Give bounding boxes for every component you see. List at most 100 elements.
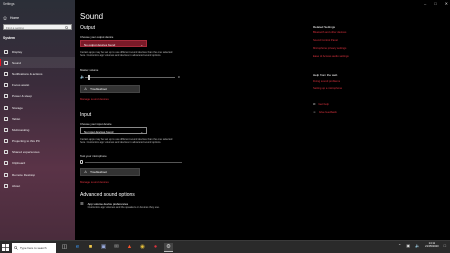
- settings-app-icon[interactable]: ⚙: [164, 243, 173, 252]
- give-feedback-link[interactable]: ☺ Give feedback: [313, 110, 337, 114]
- brave-icon[interactable]: ▲: [125, 243, 134, 252]
- moon-icon: [4, 83, 8, 88]
- sidebar-item-remote-desktop[interactable]: Remote Desktop: [0, 169, 75, 180]
- speaker-icon: [4, 60, 8, 65]
- sidebar-item-storage[interactable]: Storage: [0, 102, 75, 113]
- related-settings-heading: Related Settings: [313, 25, 336, 29]
- file-explorer-icon[interactable]: ■: [86, 243, 95, 252]
- input-description: Certain apps may be set up to use differ…: [80, 138, 173, 145]
- input-troubleshoot-button[interactable]: ⚠ Troubleshoot: [80, 168, 140, 176]
- sidebar-item-label: Remote Desktop: [12, 172, 36, 177]
- sidebar-item-label: Shared experiences: [12, 150, 40, 155]
- setup-microphone-link[interactable]: Setting up a microphone: [313, 87, 342, 90]
- give-feedback-label: Give feedback: [318, 110, 337, 114]
- fix-sound-link[interactable]: Fixing sound problems: [313, 80, 340, 83]
- tablet-icon: [4, 116, 8, 121]
- ease-of-access-audio-link[interactable]: Ease of Access audio settings: [313, 55, 349, 58]
- windows-start-icon[interactable]: [2, 244, 9, 251]
- page-title: Sound: [80, 12, 104, 21]
- advanced-heading: Advanced sound options: [80, 192, 135, 198]
- output-device-dropdown[interactable]: No output devices found ⌄: [80, 40, 147, 47]
- input-heading: Input: [80, 112, 92, 118]
- sidebar-item-sound[interactable]: Sound: [0, 57, 75, 69]
- sidebar-item-tablet[interactable]: Tablet: [0, 113, 75, 124]
- sound-control-panel-link[interactable]: Sound Control Panel: [313, 39, 338, 42]
- sidebar-item-power-sleep[interactable]: Power & sleep: [0, 91, 75, 102]
- notification-center-icon[interactable]: □: [444, 243, 446, 248]
- sidebar-item-notifications[interactable]: Notifications & actions: [0, 68, 75, 79]
- app-title: Settings: [3, 2, 15, 6]
- volume-slider-thumb[interactable]: [88, 75, 90, 80]
- sidebar-item-label: Clipboard: [12, 161, 26, 166]
- shared-icon: [4, 150, 8, 155]
- feedback-icon: ☺: [313, 110, 316, 114]
- sidebar-item-label: Projecting to this PC: [12, 139, 41, 144]
- sidebar-nav: Display Sound Notifications & actions Fo…: [0, 46, 75, 191]
- output-description: Certain apps may be set up to use differ…: [80, 51, 173, 58]
- clock[interactable]: 14:11 21/05/2020: [425, 242, 438, 249]
- minimize-icon[interactable]: –: [424, 1, 426, 6]
- sidebar-item-focus-assist[interactable]: Focus assist: [0, 80, 75, 91]
- settings-search-input[interactable]: Find a setting: [3, 24, 72, 30]
- bluetooth-link[interactable]: Bluetooth and other devices: [313, 31, 346, 34]
- sidebar-item-about[interactable]: About: [0, 180, 75, 191]
- settings-window: Settings Home Find a setting System Disp…: [0, 0, 450, 240]
- store-icon[interactable]: ▣: [99, 243, 108, 252]
- search-icon: [65, 25, 69, 30]
- window-controls: – □ ✕: [424, 1, 448, 6]
- sidebar-item-label: Notifications & actions: [12, 71, 43, 76]
- mail-icon[interactable]: ✉: [112, 243, 121, 252]
- input-manage-devices-link[interactable]: Manage sound devices: [80, 180, 109, 184]
- system-tray: ⌃ ▣ 🔈 14:11 21/05/2020 □: [398, 242, 446, 249]
- app-volume-desc: Customize app volumes and the speakers o…: [87, 206, 160, 209]
- master-volume-slider[interactable]: [85, 77, 175, 78]
- output-manage-devices-link[interactable]: Manage sound devices: [80, 97, 109, 101]
- power-icon: [4, 94, 8, 99]
- output-troubleshoot-button[interactable]: ⚠ Troubleshoot: [80, 85, 140, 93]
- maximize-icon[interactable]: □: [434, 1, 436, 6]
- clipboard-icon: [4, 161, 8, 166]
- multitasking-icon: [4, 127, 8, 132]
- master-volume-label: Master volume: [80, 68, 99, 72]
- test-microphone-label: Test your microphone: [80, 154, 107, 158]
- sidebar-item-projecting[interactable]: Projecting to this PC: [0, 136, 75, 147]
- taskbar: Type here to search ◫ e ■ ▣ ✉ ▲ ◉ ● ⚙ ⌃ …: [0, 240, 450, 253]
- sidebar-item-clipboard[interactable]: Clipboard: [0, 158, 75, 169]
- close-icon[interactable]: ✕: [445, 1, 448, 6]
- display-icon: [4, 49, 8, 54]
- chrome-icon[interactable]: ◉: [138, 243, 147, 252]
- chevron-up-icon[interactable]: ⌃: [398, 243, 401, 248]
- output-device-label: Choose your output device: [80, 35, 114, 39]
- sidebar-item-label: Tablet: [12, 116, 21, 121]
- input-device-dropdown[interactable]: No input devices found ⌄: [80, 127, 147, 134]
- sidebar-item-label: Storage: [12, 105, 23, 110]
- red-app-icon[interactable]: ●: [151, 243, 160, 252]
- sidebar-item-shared-experiences[interactable]: Shared experiences: [0, 147, 75, 158]
- projecting-icon: [4, 139, 8, 144]
- sidebar-item-multitasking[interactable]: Multi-tasking: [0, 124, 75, 135]
- microphone-icon: [80, 160, 83, 164]
- taskbar-search-input[interactable]: Type here to search: [12, 242, 56, 253]
- sidebar-item-label: Multi-tasking: [12, 127, 30, 132]
- sidebar-item-label: Power & sleep: [12, 94, 32, 99]
- chevron-down-icon: ⌄: [140, 129, 143, 134]
- sidebar-home[interactable]: Home: [3, 15, 19, 20]
- microphone-privacy-link[interactable]: Microphone privacy settings: [313, 47, 346, 50]
- app-volume-preferences[interactable]: ☰ App volume device preferences Customiz…: [80, 201, 160, 210]
- sidebar-item-label: Focus assist: [12, 83, 30, 88]
- edge-icon[interactable]: e: [73, 243, 82, 252]
- network-icon[interactable]: ▣: [406, 243, 410, 248]
- help-web-heading: Help from the web: [313, 73, 338, 77]
- chevron-down-icon: ⌄: [140, 42, 143, 47]
- remote-desktop-icon: [4, 172, 8, 177]
- get-help-link[interactable]: ✉ Get help: [313, 102, 329, 106]
- sidebar-item-label: Sound: [12, 60, 21, 65]
- volume-value: 0: [178, 75, 180, 79]
- info-icon: [4, 183, 8, 188]
- mixer-icon: ☰: [80, 201, 84, 206]
- task-view-icon[interactable]: ◫: [60, 243, 69, 252]
- search-placeholder: Find a setting: [6, 26, 25, 31]
- volume-icon[interactable]: 🔈: [415, 243, 420, 248]
- sidebar-section-title: System: [3, 36, 16, 40]
- sidebar-item-display[interactable]: Display: [0, 46, 75, 57]
